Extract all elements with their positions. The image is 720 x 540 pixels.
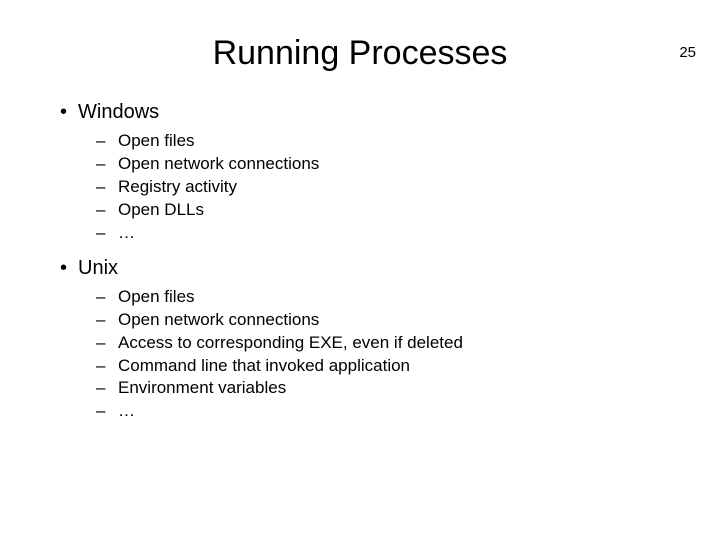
- item-text: Registry activity: [118, 177, 237, 196]
- item-text: Open network connections: [118, 154, 319, 173]
- unix-items: –Open files –Open network connections –A…: [60, 286, 680, 424]
- list-item: –Registry activity: [96, 176, 680, 199]
- list-item: –Open DLLs: [96, 199, 680, 222]
- item-text: Open files: [118, 287, 195, 306]
- slide-title: Running Processes: [0, 34, 720, 73]
- list-item: –Command line that invoked application: [96, 355, 680, 378]
- bullet-level2: –: [96, 153, 118, 176]
- item-text: Access to corresponding EXE, even if del…: [118, 333, 463, 352]
- windows-items: –Open files –Open network connections –R…: [60, 130, 680, 245]
- bullet-level2: –: [96, 130, 118, 153]
- bullet-level2: –: [96, 286, 118, 309]
- item-text: Open DLLs: [118, 200, 204, 219]
- bullet-level2: –: [96, 199, 118, 222]
- slide-content: •Windows –Open files –Open network conne…: [60, 101, 680, 423]
- bullet-level2: –: [96, 400, 118, 423]
- item-text: Open files: [118, 131, 195, 150]
- bullet-level2: –: [96, 332, 118, 355]
- section-heading: Windows: [78, 101, 159, 123]
- item-text: Command line that invoked application: [118, 356, 410, 375]
- section-windows: •Windows –Open files –Open network conne…: [60, 101, 680, 245]
- bullet-level2: –: [96, 355, 118, 378]
- section-heading: Unix: [78, 257, 118, 279]
- item-text: Open network connections: [118, 310, 319, 329]
- bullet-level2: –: [96, 377, 118, 400]
- list-item: –Access to corresponding EXE, even if de…: [96, 332, 680, 355]
- list-item: –…: [96, 222, 680, 245]
- page-number: 25: [679, 44, 696, 61]
- item-text: …: [118, 401, 135, 420]
- list-item: –…: [96, 400, 680, 423]
- list-item: –Open files: [96, 286, 680, 309]
- list-item: –Open network connections: [96, 309, 680, 332]
- bullet-level1: •: [60, 101, 78, 124]
- bullet-level2: –: [96, 222, 118, 245]
- bullet-level1: •: [60, 257, 78, 280]
- outline-list: •Windows –Open files –Open network conne…: [60, 101, 680, 423]
- bullet-level2: –: [96, 176, 118, 199]
- section-unix: •Unix –Open files –Open network connecti…: [60, 257, 680, 424]
- item-text: …: [118, 223, 135, 242]
- list-item: –Environment variables: [96, 377, 680, 400]
- item-text: Environment variables: [118, 378, 286, 397]
- list-item: –Open files: [96, 130, 680, 153]
- bullet-level2: –: [96, 309, 118, 332]
- list-item: –Open network connections: [96, 153, 680, 176]
